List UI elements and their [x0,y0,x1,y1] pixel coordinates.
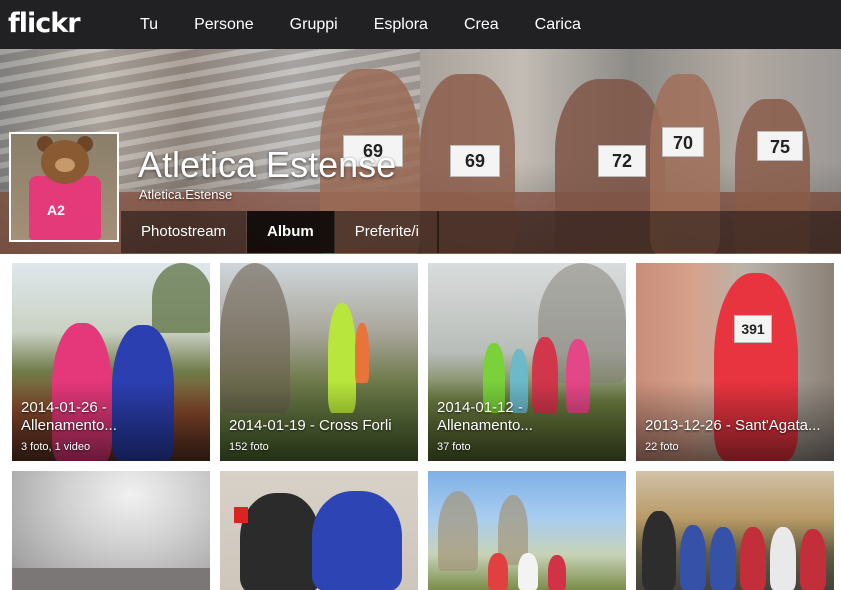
runner-bib: 72 [598,145,646,177]
runner-bib: 69 [450,145,500,177]
album-title: 2014-01-26 - Allenamento... [21,399,117,434]
album-person [770,527,796,590]
album-person [312,491,402,590]
bear-snout [55,158,75,172]
album-title: 2014-01-12 - Allenamento... [437,399,533,434]
runner-bib: 70 [662,127,704,157]
album-count: 3 foto, 1 video [21,441,91,453]
profile-avatar[interactable]: A2 [9,132,119,242]
album-person [355,323,369,383]
album-track [12,568,210,590]
album-tile[interactable]: 2014-01-26 - Allenamento... 3 foto, 1 vi… [12,263,210,461]
tab-preferite[interactable]: Preferite/i [334,211,440,253]
album-person [710,527,736,590]
album-tile[interactable]: 2014-01-19 - Cross Forli 152 foto [220,263,418,461]
album-count: 152 foto [229,441,269,453]
album-person [680,525,706,590]
profile-tabs: Photostream Album Preferite/i [121,211,440,253]
album-tile[interactable] [12,471,210,590]
runner-bib: 391 [734,315,772,343]
album-person [518,553,538,590]
album-title: 2013-12-26 - Sant'Agata... [645,417,821,434]
album-tree [438,491,478,571]
album-person [548,555,566,590]
album-count: 22 foto [645,441,679,453]
flickr-logo[interactable]: flickr [8,8,81,40]
album-person [240,493,320,590]
tab-photostream[interactable]: Photostream [121,211,248,253]
top-navigation-bar: flickr Tu Persone Gruppi Esplora Crea Ca… [0,0,841,50]
runner-bib: 75 [757,131,803,161]
alarm-sign [234,507,248,523]
album-count: 37 foto [437,441,471,453]
album-tile[interactable] [636,471,834,590]
tab-album[interactable]: Album [247,211,335,253]
album-tile[interactable] [428,471,626,590]
profile-username: Atletica.Estense [139,187,233,202]
album-tile[interactable]: 391 2013-12-26 - Sant'Agata... 22 foto [636,263,834,461]
nav-item-carica[interactable]: Carica [517,0,599,49]
nav-item-tu[interactable]: Tu [122,0,176,49]
nav-item-gruppi[interactable]: Gruppi [272,0,356,49]
album-title: 2014-01-19 - Cross Forli [229,417,392,434]
nav-item-esplora[interactable]: Esplora [356,0,446,49]
tabs-bar-background [437,211,841,253]
avatar-shirt-text: A2 [47,202,65,218]
album-person [800,529,826,590]
album-tile[interactable] [220,471,418,590]
bear-shirt [29,176,101,240]
album-tile[interactable]: 2014-01-12 - Allenamento... 37 foto [428,263,626,461]
album-person [488,553,508,590]
album-person [740,527,766,590]
album-tree [152,263,210,333]
profile-title: Atletica Estense [138,144,397,185]
album-person [642,511,676,590]
nav-item-crea[interactable]: Crea [446,0,517,49]
main-nav: Tu Persone Gruppi Esplora Crea Carica [122,0,599,49]
nav-item-persone[interactable]: Persone [176,0,272,49]
